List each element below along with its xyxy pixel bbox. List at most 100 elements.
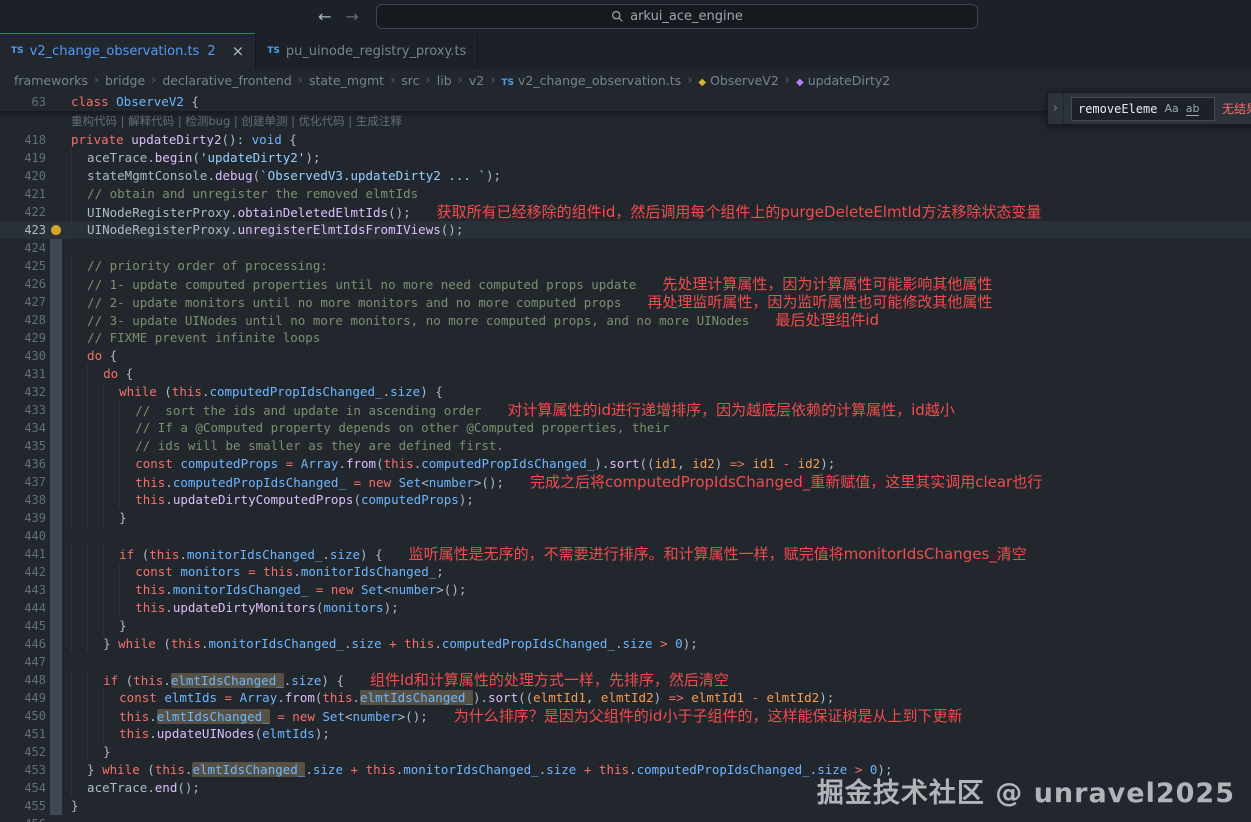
code-text: } (71, 743, 1251, 761)
symbol-method-icon: ◆ (796, 77, 804, 88)
code-line-440[interactable]: 440 (0, 527, 1251, 545)
indent-guide (103, 455, 119, 473)
code-line-446[interactable]: 446 } while (this.monitorIdsChanged_.siz… (0, 635, 1251, 653)
find-replace-chevron-icon[interactable]: › (1048, 93, 1064, 124)
breadcrumb-label: state_mgmt (308, 73, 385, 88)
code-line-424[interactable]: 424 (0, 239, 1251, 257)
gutter (46, 725, 65, 743)
code-line-443[interactable]: 443 this.monitorIdsChanged_ = new Set<nu… (0, 581, 1251, 599)
breadcrumb-item-updateDirty2[interactable]: ◆ updateDirty2 (796, 73, 890, 88)
close-icon[interactable]: × (232, 43, 245, 59)
code-line-426[interactable]: 426 // 1- update computed properties unt… (0, 275, 1251, 293)
gutter (46, 473, 65, 491)
code-line-423[interactable]: 423 UINodeRegisterProxy.unregisterElmtId… (0, 221, 1251, 239)
code-area[interactable]: 418 private updateDirty2(): void {419 ace… (0, 131, 1251, 822)
indent-guide (71, 509, 87, 527)
code-line-438[interactable]: 438 this.updateDirtyComputedProps(comput… (0, 491, 1251, 509)
code-line-442[interactable]: 442 const monitors = this.monitorIdsChan… (0, 563, 1251, 581)
gutter (46, 221, 65, 239)
code-line-427[interactable]: 427 // 2- update monitors until no more … (0, 293, 1251, 311)
indent-guide (87, 545, 103, 563)
command-center-search[interactable]: arkui_ace_engine (376, 4, 978, 29)
ts-file-icon: TS (501, 78, 515, 88)
code-line-448[interactable]: 448 if (this.elmtIdsChanged_.size) {组件Id… (0, 671, 1251, 689)
code-line-421[interactable]: 421 // obtain and unregister the removed… (0, 185, 1251, 203)
line-number: 454 (24, 781, 46, 795)
line-number: 455 (24, 799, 46, 813)
back-arrow-icon[interactable]: ← (318, 7, 331, 26)
forward-arrow-icon[interactable]: → (345, 7, 358, 26)
tab-pu_uinode_registry_proxy.ts[interactable]: TS pu_uinode_registry_proxy.ts (256, 33, 479, 69)
code-line-456[interactable]: 456 (0, 815, 1251, 822)
tab-v2_change_observation.ts[interactable]: TS v2_change_observation.ts 2 × (0, 33, 257, 69)
code-line-436[interactable]: 436 const computedProps = Array.from(thi… (0, 455, 1251, 473)
match-case-toggle[interactable]: Aa (1164, 102, 1178, 115)
line-number: 446 (24, 637, 46, 651)
indent-guide (87, 599, 103, 617)
indent-guide (87, 743, 103, 761)
code-line-451[interactable]: 451 this.updateUINodes(elmtIds); (0, 725, 1251, 743)
code-line-433[interactable]: 433 // sort the ids and update in ascend… (0, 401, 1251, 419)
code-line-434[interactable]: 434 // If a @Computed property depends o… (0, 419, 1251, 437)
code-line-418[interactable]: 418 private updateDirty2(): void { (0, 131, 1251, 149)
code-line-420[interactable]: 420 stateMgmtConsole.debug(`ObservedV3.u… (0, 167, 1251, 185)
indent-guide (87, 689, 103, 707)
code-line-428[interactable]: 428 // 3- update UINodes until no more m… (0, 311, 1251, 329)
gutter (46, 149, 65, 167)
breadcrumb-item-v2[interactable]: v2 (469, 73, 484, 88)
ts-file-icon: TS (267, 46, 280, 56)
code-line-425[interactable]: 425 // priority order of processing: (0, 257, 1251, 275)
breadcrumb-item-ObserveV2[interactable]: ◆ ObserveV2 (698, 73, 778, 88)
breadcrumb-label: updateDirty2 (807, 73, 891, 88)
breadcrumb-separator-icon: › (93, 73, 100, 88)
code-line-432[interactable]: 432 while (this.computedPropIdsChanged_.… (0, 383, 1251, 401)
indent-guide (87, 383, 103, 401)
gutter (46, 815, 65, 822)
line-number: 442 (24, 565, 46, 579)
code-text: // sort the ids and update in ascending … (71, 401, 1251, 419)
breadcrumb: frameworks › bridge › declarative_frontend › s… (0, 69, 1251, 92)
breadcrumb-item-lib[interactable]: lib (437, 73, 452, 88)
lightbulb-icon[interactable] (51, 225, 61, 235)
code-line-444[interactable]: 444 this.updateDirtyMonitors(monitors); (0, 599, 1251, 617)
breadcrumb-item-state_mgmt[interactable]: state_mgmt (309, 73, 384, 88)
code-line-447[interactable]: 447 (0, 653, 1251, 671)
whole-word-toggle[interactable]: ab (1185, 102, 1200, 116)
code-line-449[interactable]: 449 const elmtIds = Array.from(this.elmt… (0, 689, 1251, 707)
indent-guide (87, 635, 103, 653)
code-line-435[interactable]: 435 // ids will be smaller as they are d… (0, 437, 1251, 455)
code-text: // 2- update monitors until no more moni… (71, 293, 1251, 311)
code-line-430[interactable]: 430 do { (0, 347, 1251, 365)
code-line-450[interactable]: 450 this.elmtIdsChanged_ = new Set<numbe… (0, 707, 1251, 725)
find-input[interactable]: removeEleme Aa ab (1070, 96, 1215, 121)
breadcrumb-label: lib (436, 73, 452, 88)
breadcrumb-item-frameworks[interactable]: frameworks (14, 73, 88, 88)
line-number: 436 (24, 457, 46, 471)
gutter (46, 131, 65, 149)
find-no-results-message: 无结果 (1221, 102, 1251, 116)
line-number: 63 (31, 94, 46, 109)
code-line-422[interactable]: 422 UINodeRegisterProxy.obtainDeletedElm… (0, 203, 1251, 221)
breadcrumb-item-declarative_frontend[interactable]: declarative_frontend (162, 73, 291, 88)
code-line-452[interactable]: 452 } (0, 743, 1251, 761)
indent-guide (103, 725, 119, 743)
code-line-445[interactable]: 445 } (0, 617, 1251, 635)
gutter (46, 401, 65, 419)
code-line-63[interactable]: 63 class ObserveV2 { (0, 93, 199, 111)
code-line-431[interactable]: 431 do { (0, 365, 1251, 383)
breadcrumb-item-v2_change_observation.ts[interactable]: TS v2_change_observation.ts (501, 73, 681, 88)
code-line-454[interactable]: 454 aceTrace.end(); (0, 779, 1251, 797)
code-text: const computedProps = Array.from(this.co… (71, 455, 1251, 473)
breadcrumb-item-bridge[interactable]: bridge (105, 73, 145, 88)
code-line-441[interactable]: 441 if (this.monitorIdsChanged_.size) {监… (0, 545, 1251, 563)
code-line-419[interactable]: 419 aceTrace.begin('updateDirty2'); (0, 149, 1251, 167)
code-text: // obtain and unregister the removed elm… (71, 185, 1251, 203)
code-line-453[interactable]: 453 } while (this.elmtIdsChanged_.size +… (0, 761, 1251, 779)
code-annotation: 先处理计算属性，因为计算属性可能影响其他属性 (662, 275, 993, 293)
code-line-439[interactable]: 439 } (0, 509, 1251, 527)
code-line-455[interactable]: 455} (0, 797, 1251, 815)
breadcrumb-item-src[interactable]: src (401, 73, 419, 88)
code-line-437[interactable]: 437 this.computedPropIdsChanged_ = new S… (0, 473, 1251, 491)
code-line-429[interactable]: 429 // FIXME prevent infinite loops (0, 329, 1251, 347)
